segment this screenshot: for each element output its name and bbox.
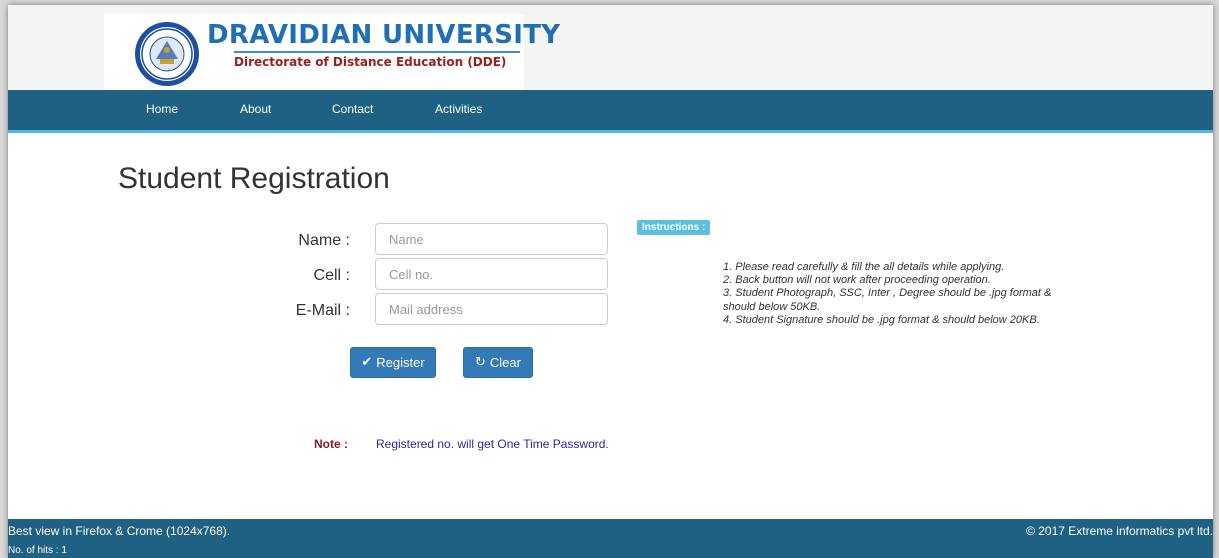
nav-about[interactable]: About [240,102,271,116]
header: DRAVIDIAN UNIVERSITY Directorate of Dist… [8,5,1213,90]
refresh-icon: ↻ [475,355,486,370]
university-logo[interactable]: DRAVIDIAN UNIVERSITY Directorate of Dist… [104,14,560,90]
nav-contact[interactable]: Contact [332,102,373,116]
footer: Best view in Firefox & Crome (1024x768).… [8,519,1213,558]
instruction-line: 1. Please read carefully & fill the all … [723,261,1005,273]
copyright-text: © 2017 Extreme informatics pvt ltd. [1026,524,1213,538]
instructions-list: 1. Please read carefully & fill the all … [723,261,1123,327]
note-label: Note : [314,437,348,451]
nav-activities[interactable]: Activities [435,102,482,116]
email-label: E-Mail : [295,302,350,319]
checkmark-icon: ✔ [361,355,373,370]
page-title: Student Registration [118,162,390,195]
title-underline [234,51,520,53]
email-input[interactable] [375,293,608,325]
instruction-line: should below 50KB. [723,300,821,313]
note-text: Registered no. will get One Time Passwor… [376,437,609,451]
nav-home[interactable]: Home [146,102,178,116]
hit-counter: No. of hits : 1 [8,545,67,556]
directorate-subtitle: Directorate of Distance Education (DDE) [234,55,507,69]
clear-button[interactable]: ↻ Clear [463,347,533,378]
university-name: DRAVIDIAN UNIVERSITY [207,20,561,50]
browser-recommendation: Best view in Firefox & Crome (1024x768). [8,524,231,538]
cell-input[interactable] [375,258,608,290]
register-button[interactable]: ✔ Register [350,347,436,378]
university-seal-icon [135,22,199,86]
name-label: Name : [298,232,350,249]
page-frame: DRAVIDIAN UNIVERSITY Directorate of Dist… [8,5,1213,558]
instruction-line: 3. Student Photograph, SSC, Inter , Degr… [723,287,1052,300]
name-input[interactable] [375,223,608,255]
clear-button-label: Clear [489,355,521,370]
main-navbar: Home About Contact Activities [8,90,1213,133]
instruction-line: 4. Student Signature should be .jpg form… [723,313,1040,326]
instruction-line: 2. Back button will not work after proce… [723,274,991,287]
register-button-label: Register [376,355,425,370]
cell-label: Cell : [313,267,350,284]
instructions-badge: Instructions : [637,220,711,235]
